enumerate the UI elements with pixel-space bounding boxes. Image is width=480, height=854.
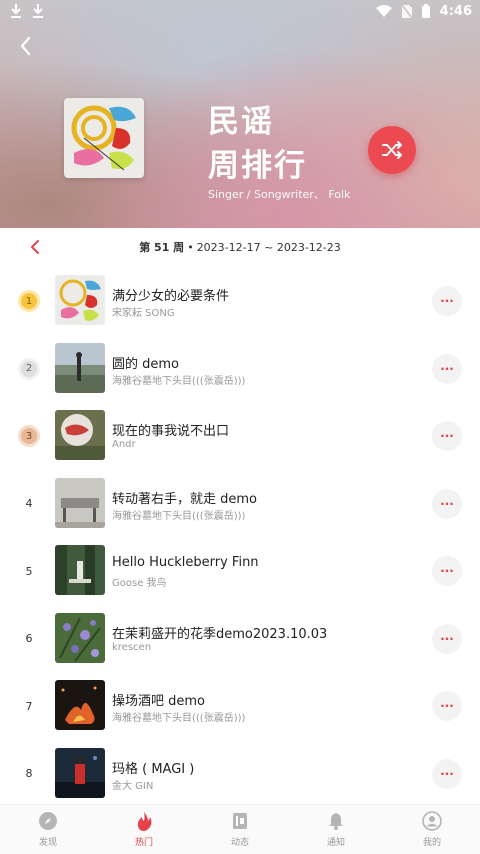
song-title: 玛格 ( MAGI ) [112,761,195,777]
song-artist: 海雅谷墓地下头目(((张震岳))) [112,713,246,724]
nav-label: 我的 [422,838,441,848]
nav-label: 发现 [38,838,57,848]
song-artist: krescen [112,641,152,653]
more-options-button[interactable]: ··· [432,623,462,654]
status-time: 4:46 [439,3,472,19]
song-thumbnail [55,545,105,595]
rank-number: 4 [25,497,33,510]
nav-label: 动态 [230,838,249,848]
rank-badge: 2 [18,357,40,380]
song-artist: 海雅谷墓地下头目(((张震岳))) [112,375,246,387]
back-arrow-icon [20,36,31,56]
song-title: Hello Huckleberry Finn [112,555,259,570]
bottom-navigation: 发现 热门 动态 通知 我的 [0,804,480,854]
download-icon [11,4,21,18]
back-button[interactable] [14,34,38,58]
song-title: 转动著右手，就走 demo [112,491,257,507]
status-bar: 4:46 [0,0,480,22]
nav-notifications[interactable]: 通知 [288,811,384,848]
song-list: 1 满分少女的必要条件 宋家耘 SONG ··· 2 圆的 demo 海雅谷墓地… [0,266,480,806]
feed-icon [233,813,247,829]
more-options-button[interactable]: ··· [432,286,462,316]
wifi-icon [375,5,392,17]
song-title: 圆的 demo [112,356,179,372]
song-row[interactable]: 8 玛格 ( MAGI ) 金大 GIN ··· [0,739,480,807]
chevron-left-icon [31,240,39,254]
rank-number: 8 [25,767,33,780]
bell-icon [329,813,343,830]
shuffle-play-button[interactable] [368,126,416,174]
previous-week-button[interactable] [26,238,44,256]
rank-number: 6 [25,632,33,645]
song-thumbnail [55,410,105,460]
rank-number: 5 [25,564,33,578]
rank-badge: 1 [18,290,40,312]
song-row[interactable]: 3 现在的事我说不出口 Andr ··· [0,401,480,469]
no-sim-icon [401,4,412,18]
genre-tags: Singer / Songwriter、 Folk [208,188,351,201]
more-options-button[interactable]: ··· [432,556,462,586]
more-options-button[interactable]: ··· [432,353,462,384]
song-row[interactable]: 5 Hello Huckleberry Finn Goose 我鸟 ··· [0,536,480,604]
song-thumbnail [55,342,105,393]
song-title: 在茉莉盛开的花季demo2023.10.03 [112,626,328,642]
song-title: 操场酒吧 demo [112,694,205,709]
song-row[interactable]: 7 操场酒吧 demo 海雅谷墓地下头目(((张震岳))) ··· [0,671,480,739]
song-thumbnail [55,680,105,730]
playlist-cover [64,98,144,178]
download-icon [33,4,43,18]
song-row[interactable]: 4 转动著右手，就走 demo 海雅谷墓地下头目(((张震岳))) ··· [0,469,480,537]
flame-icon [137,812,152,831]
week-date-range: 2023-12-17 ~ 2023-12-23 [196,240,341,254]
more-options-button[interactable]: ··· [432,488,462,519]
song-artist: 宋家耘 SONG [112,308,175,319]
chart-title-genre: 民谣 [208,104,274,140]
more-options-button[interactable]: ··· [432,758,462,789]
nav-hot[interactable]: 热门 [96,811,192,848]
song-artist: Andr [112,439,136,450]
nav-label: 通知 [326,838,345,848]
rank-number: 7 [25,699,33,713]
more-options-button[interactable]: ··· [432,421,462,451]
nav-profile[interactable]: 我的 [384,811,480,848]
week-separator: • [187,240,194,254]
chart-title: 民谣 周排行 [208,100,307,188]
header-banner: 4:46 民谣 周排行 Singer / Songwriter、 Folk [0,0,480,228]
nav-discover[interactable]: 发现 [0,811,96,848]
nav-label: 热门 [134,838,153,848]
battery-icon [421,4,430,18]
rank-badge: 3 [18,425,40,447]
song-row[interactable]: 2 圆的 demo 海雅谷墓地下头目(((张震岳))) ··· [0,334,480,402]
chart-title-period: 周排行 [208,148,307,184]
song-row[interactable]: 6 在茉莉盛开的花季demo2023.10.03 krescen ··· [0,604,480,672]
shuffle-icon [382,141,402,159]
song-artist: Goose 我鸟 [112,578,167,589]
song-artist: 金大 GIN [112,780,154,792]
song-title: 满分少女的必要条件 [112,289,230,304]
song-row[interactable]: 1 满分少女的必要条件 宋家耘 SONG ··· [0,266,480,334]
song-title: 现在的事我说不出口 [112,424,230,439]
compass-icon [39,812,57,830]
song-thumbnail [55,477,105,528]
song-thumbnail [55,612,105,663]
song-thumbnail [55,747,105,798]
profile-icon [422,811,442,831]
song-thumbnail [55,275,105,325]
song-artist: 海雅谷墓地下头目(((张震岳))) [112,510,246,522]
week-number: 第 51 周 [139,241,185,254]
week-selector: 第 51 周 • 2023-12-17 ~ 2023-12-23 [0,228,480,266]
nav-feed[interactable]: 动态 [192,811,288,848]
more-options-button[interactable]: ··· [432,691,462,721]
